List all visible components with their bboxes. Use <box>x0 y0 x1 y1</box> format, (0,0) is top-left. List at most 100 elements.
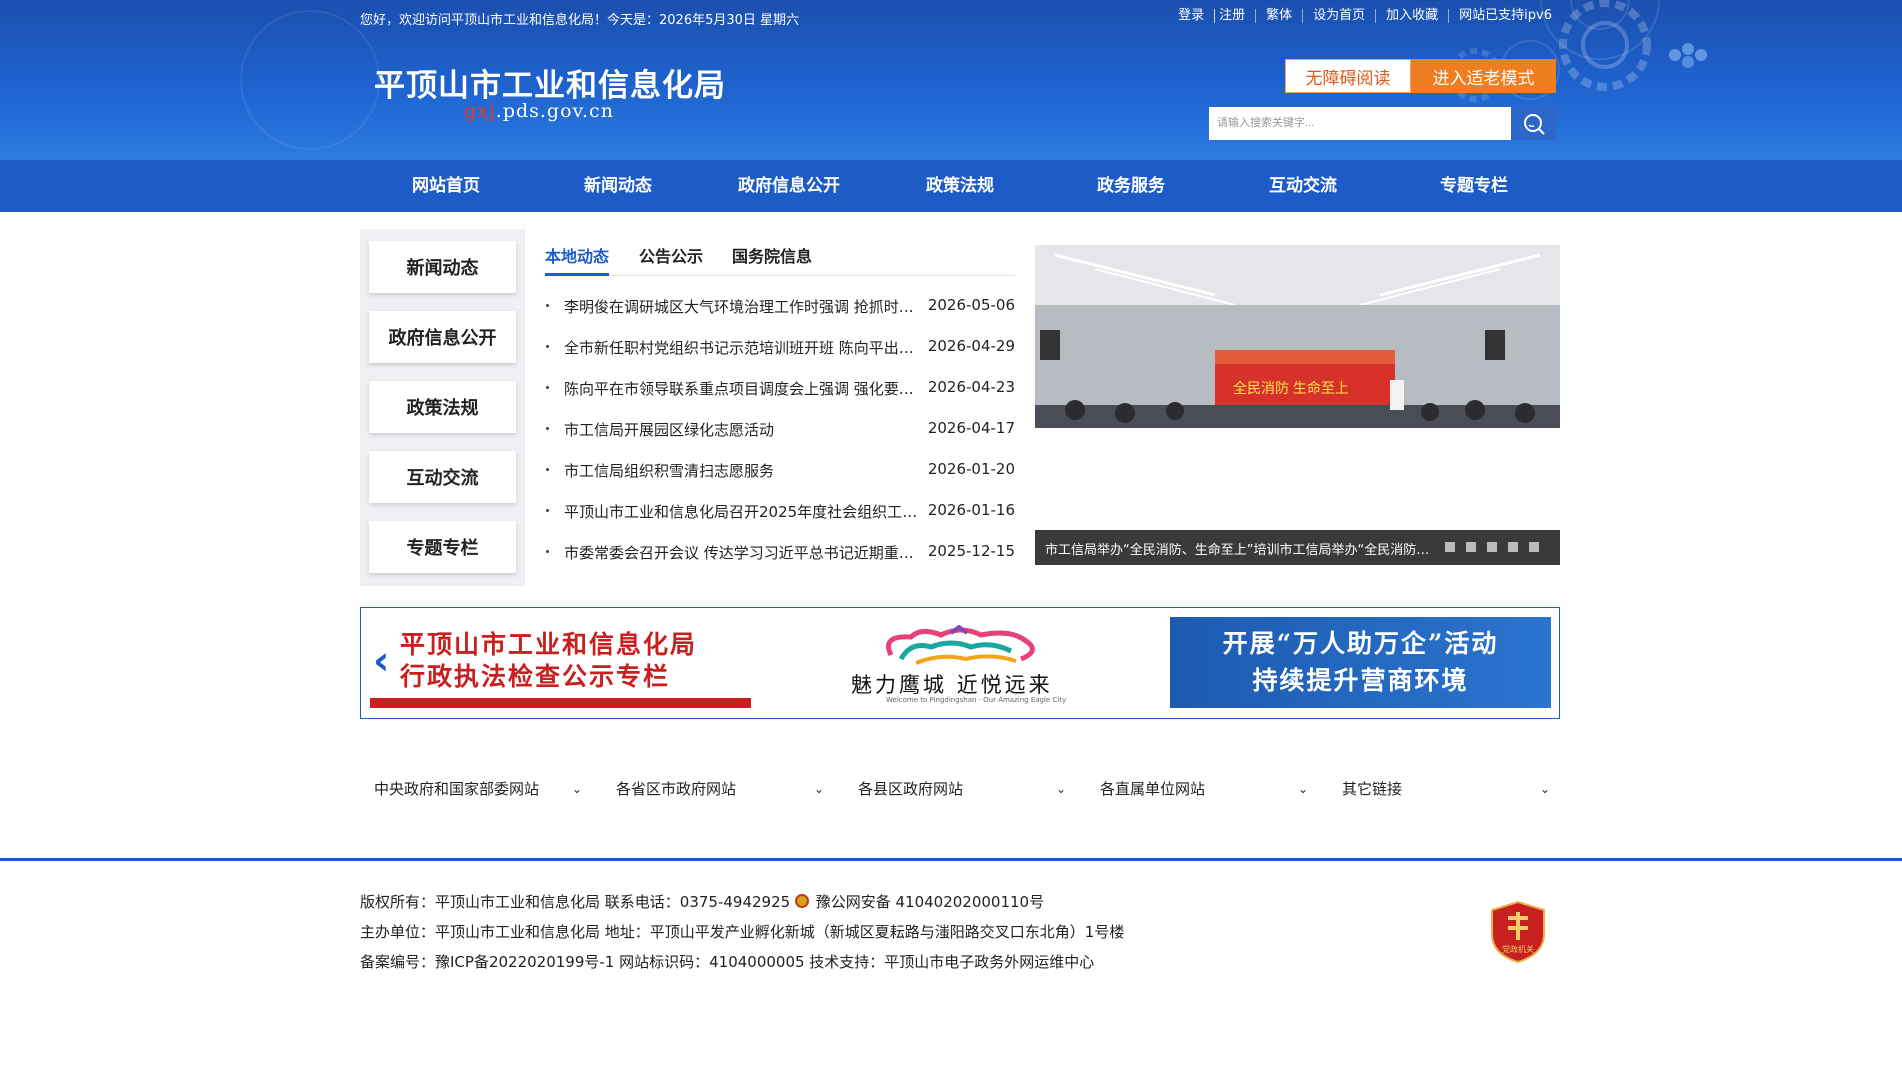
public-security-record[interactable]: 豫公网安备 41040202000110号 <box>816 893 1044 911</box>
links-select-label: 各县区政府网站 <box>858 780 964 798</box>
list-item[interactable]: 市委常委会召开会议 传达学习习近平总书记近期重要讲话 2025-12-15 <box>545 542 1015 566</box>
register-link[interactable]: 注册 <box>1214 9 1255 23</box>
banner-enforcement-line2: 行政执法检查公示专栏 <box>400 662 671 691</box>
news-date: 2025-12-15 <box>927 542 1015 560</box>
add-favorite-link[interactable]: 加入收藏 <box>1375 9 1448 23</box>
list-item[interactable]: 全市新任职村党组织书记示范培训班开班 陈向平出席开班式 2026-04-29 <box>545 337 1015 361</box>
training-room-photo: 全民消防 生命至上 <box>1035 245 1560 428</box>
links-select-label: 各省区市政府网站 <box>616 780 737 798</box>
links-select-other[interactable]: 其它链接 ⌄ <box>1328 776 1558 802</box>
banner-business-line2: 持续提升营商环境 <box>1252 666 1469 695</box>
traditional-chinese-link[interactable]: 繁体 <box>1255 9 1302 23</box>
list-item[interactable]: 平顶山市工业和信息化局召开2025年度社会组织工作会议 2026-01-16 <box>545 501 1015 525</box>
sidebar-item-news[interactable]: 新闻动态 <box>369 241 516 293</box>
nav-policy[interactable]: 政策法规 <box>890 160 1030 212</box>
bullet-icon <box>546 468 549 471</box>
elder-mode-button[interactable]: 进入适老模式 <box>1411 59 1556 93</box>
gov-agency-emblem-icon[interactable]: 党政机关 <box>1490 900 1546 964</box>
news-date: 2026-04-17 <box>927 419 1015 437</box>
carousel-banner-text: 全民消防 生命至上 <box>1233 380 1349 396</box>
search-icon <box>1523 113 1545 135</box>
news-title[interactable]: 市工信局开展园区绿化志愿活动 <box>564 419 919 440</box>
main-nav: 网站首页 新闻动态 政府信息公开 政策法规 政务服务 互动交流 专题专栏 <box>0 160 1902 212</box>
banner-business-environment[interactable]: 开展“万人助万企”活动 持续提升营商环境 <box>1170 617 1551 708</box>
top-bar: 您好，欢迎访问平顶山市工业和信息化局！今天是：2026年5月30日 星期六 登录… <box>360 8 1552 29</box>
list-item[interactable]: 陈向平在市领导联系重点项目调度会上强调 强化要素保障 2026-04-23 <box>545 378 1015 402</box>
carousel-caption[interactable]: 市工信局举办“全民消防、生命至上”培训市工信局举办“全民消防、生命至上”培训 <box>1045 539 1440 558</box>
footer-sponsor: 主办单位：平顶山市工业和信息化局 地址：平顶山平发产业孵化新城（新城区夏耘路与滍… <box>360 923 1125 941</box>
tab-announcements[interactable]: 公告公示 <box>639 246 703 276</box>
nav-special[interactable]: 专题专栏 <box>1404 160 1544 212</box>
bullet-icon <box>546 304 549 307</box>
news-date: 2026-04-23 <box>927 378 1015 396</box>
footer-copyright: 版权所有：平顶山市工业和信息化局 联系电话：0375-4942925 豫公网安备… <box>360 891 1044 912</box>
sidebar-item-policy[interactable]: 政策法规 <box>369 381 516 433</box>
banner-enforcement-line1: 平顶山市工业和信息化局 <box>400 630 698 659</box>
links-select-label: 中央政府和国家部委网站 <box>374 780 540 798</box>
search-input[interactable]: 请输入搜索关键字... <box>1209 107 1511 140</box>
list-item[interactable]: 市工信局开展园区绿化志愿活动 2026-04-17 <box>545 419 1015 443</box>
carousel-page-4[interactable] <box>1508 542 1518 552</box>
sidebar-item-interaction[interactable]: 互动交流 <box>369 451 516 503</box>
news-title[interactable]: 陈向平在市领导联系重点项目调度会上强调 强化要素保障 <box>564 378 919 399</box>
nav-home[interactable]: 网站首页 <box>376 160 516 212</box>
banner-eagle-city-slogan: 魅力鹰城 近悦远来 <box>851 673 1053 697</box>
site-domain: gxj.pds.gov.cn <box>464 100 614 122</box>
banner-strip: 平顶山市工业和信息化局 行政执法检查公示专栏 ‹ 魅力鹰城 近悦远来 Welco… <box>360 607 1560 719</box>
chevron-left-icon[interactable]: ‹ <box>373 641 389 681</box>
tab-local-news[interactable]: 本地动态 <box>545 246 610 276</box>
news-title[interactable]: 全市新任职村党组织书记示范培训班开班 陈向平出席开班式 <box>564 337 919 358</box>
accessibility-reading-button[interactable]: 无障碍阅读 <box>1285 59 1411 93</box>
chevron-down-icon: ⌄ <box>813 782 824 796</box>
site-title[interactable]: 平顶山市工业和信息化局 <box>374 60 726 105</box>
set-homepage-link[interactable]: 设为首页 <box>1302 9 1375 23</box>
banner-business-line1: 开展“万人助万企”活动 <box>1222 629 1499 658</box>
ipv6-support-link[interactable]: 网站已支持ipv6 <box>1448 9 1552 23</box>
sidebar-item-special[interactable]: 专题专栏 <box>369 521 516 573</box>
links-select-units[interactable]: 各直属单位网站 ⌄ <box>1086 776 1316 802</box>
nav-interaction[interactable]: 互动交流 <box>1233 160 1373 212</box>
tab-state-council[interactable]: 国务院信息 <box>732 246 812 276</box>
carousel-photo[interactable]: 全民消防 生命至上 <box>1035 245 1560 428</box>
nav-gov-info[interactable]: 政府信息公开 <box>719 160 859 212</box>
chevron-down-icon: ⌄ <box>1297 782 1308 796</box>
news-title[interactable]: 市工信局组织积雪清扫志愿服务 <box>564 460 919 481</box>
banner-red-bar <box>370 698 751 708</box>
news-tabs: 本地动态 公告公示 国务院信息 <box>545 246 1015 276</box>
bullet-icon <box>546 345 549 348</box>
links-select-provinces[interactable]: 各省区市政府网站 ⌄ <box>602 776 832 802</box>
carousel-page-1[interactable] <box>1445 542 1455 552</box>
police-badge-icon <box>794 894 809 908</box>
domain-suffix: .pds.gov.cn <box>495 100 614 122</box>
nav-news[interactable]: 新闻动态 <box>548 160 688 212</box>
footer-icp: 备案编号：豫ICP备2022020199号-1 网站标识码：4104000005… <box>360 953 1095 971</box>
banner-eagle-city[interactable]: 魅力鹰城 近悦远来 Welcome to Pingdingshan · Our … <box>801 617 1121 708</box>
friendly-links: 中央政府和国家部委网站 ⌄ 各省区市政府网站 ⌄ 各县区政府网站 ⌄ 各直属单位… <box>360 776 1560 802</box>
carousel-page-3[interactable] <box>1487 542 1497 552</box>
news-title[interactable]: 平顶山市工业和信息化局召开2025年度社会组织工作会议 <box>564 501 919 522</box>
carousel-page-2[interactable] <box>1466 542 1476 552</box>
footer-copyright-text: 版权所有：平顶山市工业和信息化局 联系电话：0375-4942925 <box>360 893 795 911</box>
links-select-central[interactable]: 中央政府和国家部委网站 ⌄ <box>360 776 590 802</box>
domain-prefix: gxj <box>464 100 496 122</box>
links-select-counties[interactable]: 各县区政府网站 ⌄ <box>844 776 1074 802</box>
chevron-down-icon: ⌄ <box>1539 782 1550 796</box>
sidebar-item-gov-info[interactable]: 政府信息公开 <box>369 311 516 363</box>
list-item[interactable]: 李明俊在调研城区大气环境治理工作时强调 抢抓时间窗口期 2026-05-06 <box>545 296 1015 320</box>
links-select-label: 其它链接 <box>1342 780 1403 798</box>
eagle-city-logo-icon <box>886 625 1035 665</box>
links-select-label: 各直属单位网站 <box>1100 780 1206 798</box>
gear-decoration-icon <box>1559 0 1651 91</box>
banner-enforcement[interactable]: 平顶山市工业和信息化局 行政执法检查公示专栏 <box>370 617 751 708</box>
chevron-down-icon: ⌄ <box>1055 782 1066 796</box>
login-link[interactable]: 登录 <box>1168 9 1214 23</box>
site-header: 您好，欢迎访问平顶山市工业和信息化局！今天是：2026年5月30日 星期六 登录… <box>0 0 1902 160</box>
news-title[interactable]: 市委常委会召开会议 传达学习习近平总书记近期重要讲话 <box>564 542 919 563</box>
carousel-page-5[interactable] <box>1529 542 1539 552</box>
bullet-icon <box>546 550 549 553</box>
nav-services[interactable]: 政务服务 <box>1061 160 1201 212</box>
search-button[interactable] <box>1511 107 1556 140</box>
banner-eagle-city-sub: Welcome to Pingdingshan · Our Amazing Ea… <box>886 696 1067 704</box>
news-title[interactable]: 李明俊在调研城区大气环境治理工作时强调 抢抓时间窗口期 <box>564 296 919 317</box>
list-item[interactable]: 市工信局组织积雪清扫志愿服务 2026-01-20 <box>545 460 1015 484</box>
